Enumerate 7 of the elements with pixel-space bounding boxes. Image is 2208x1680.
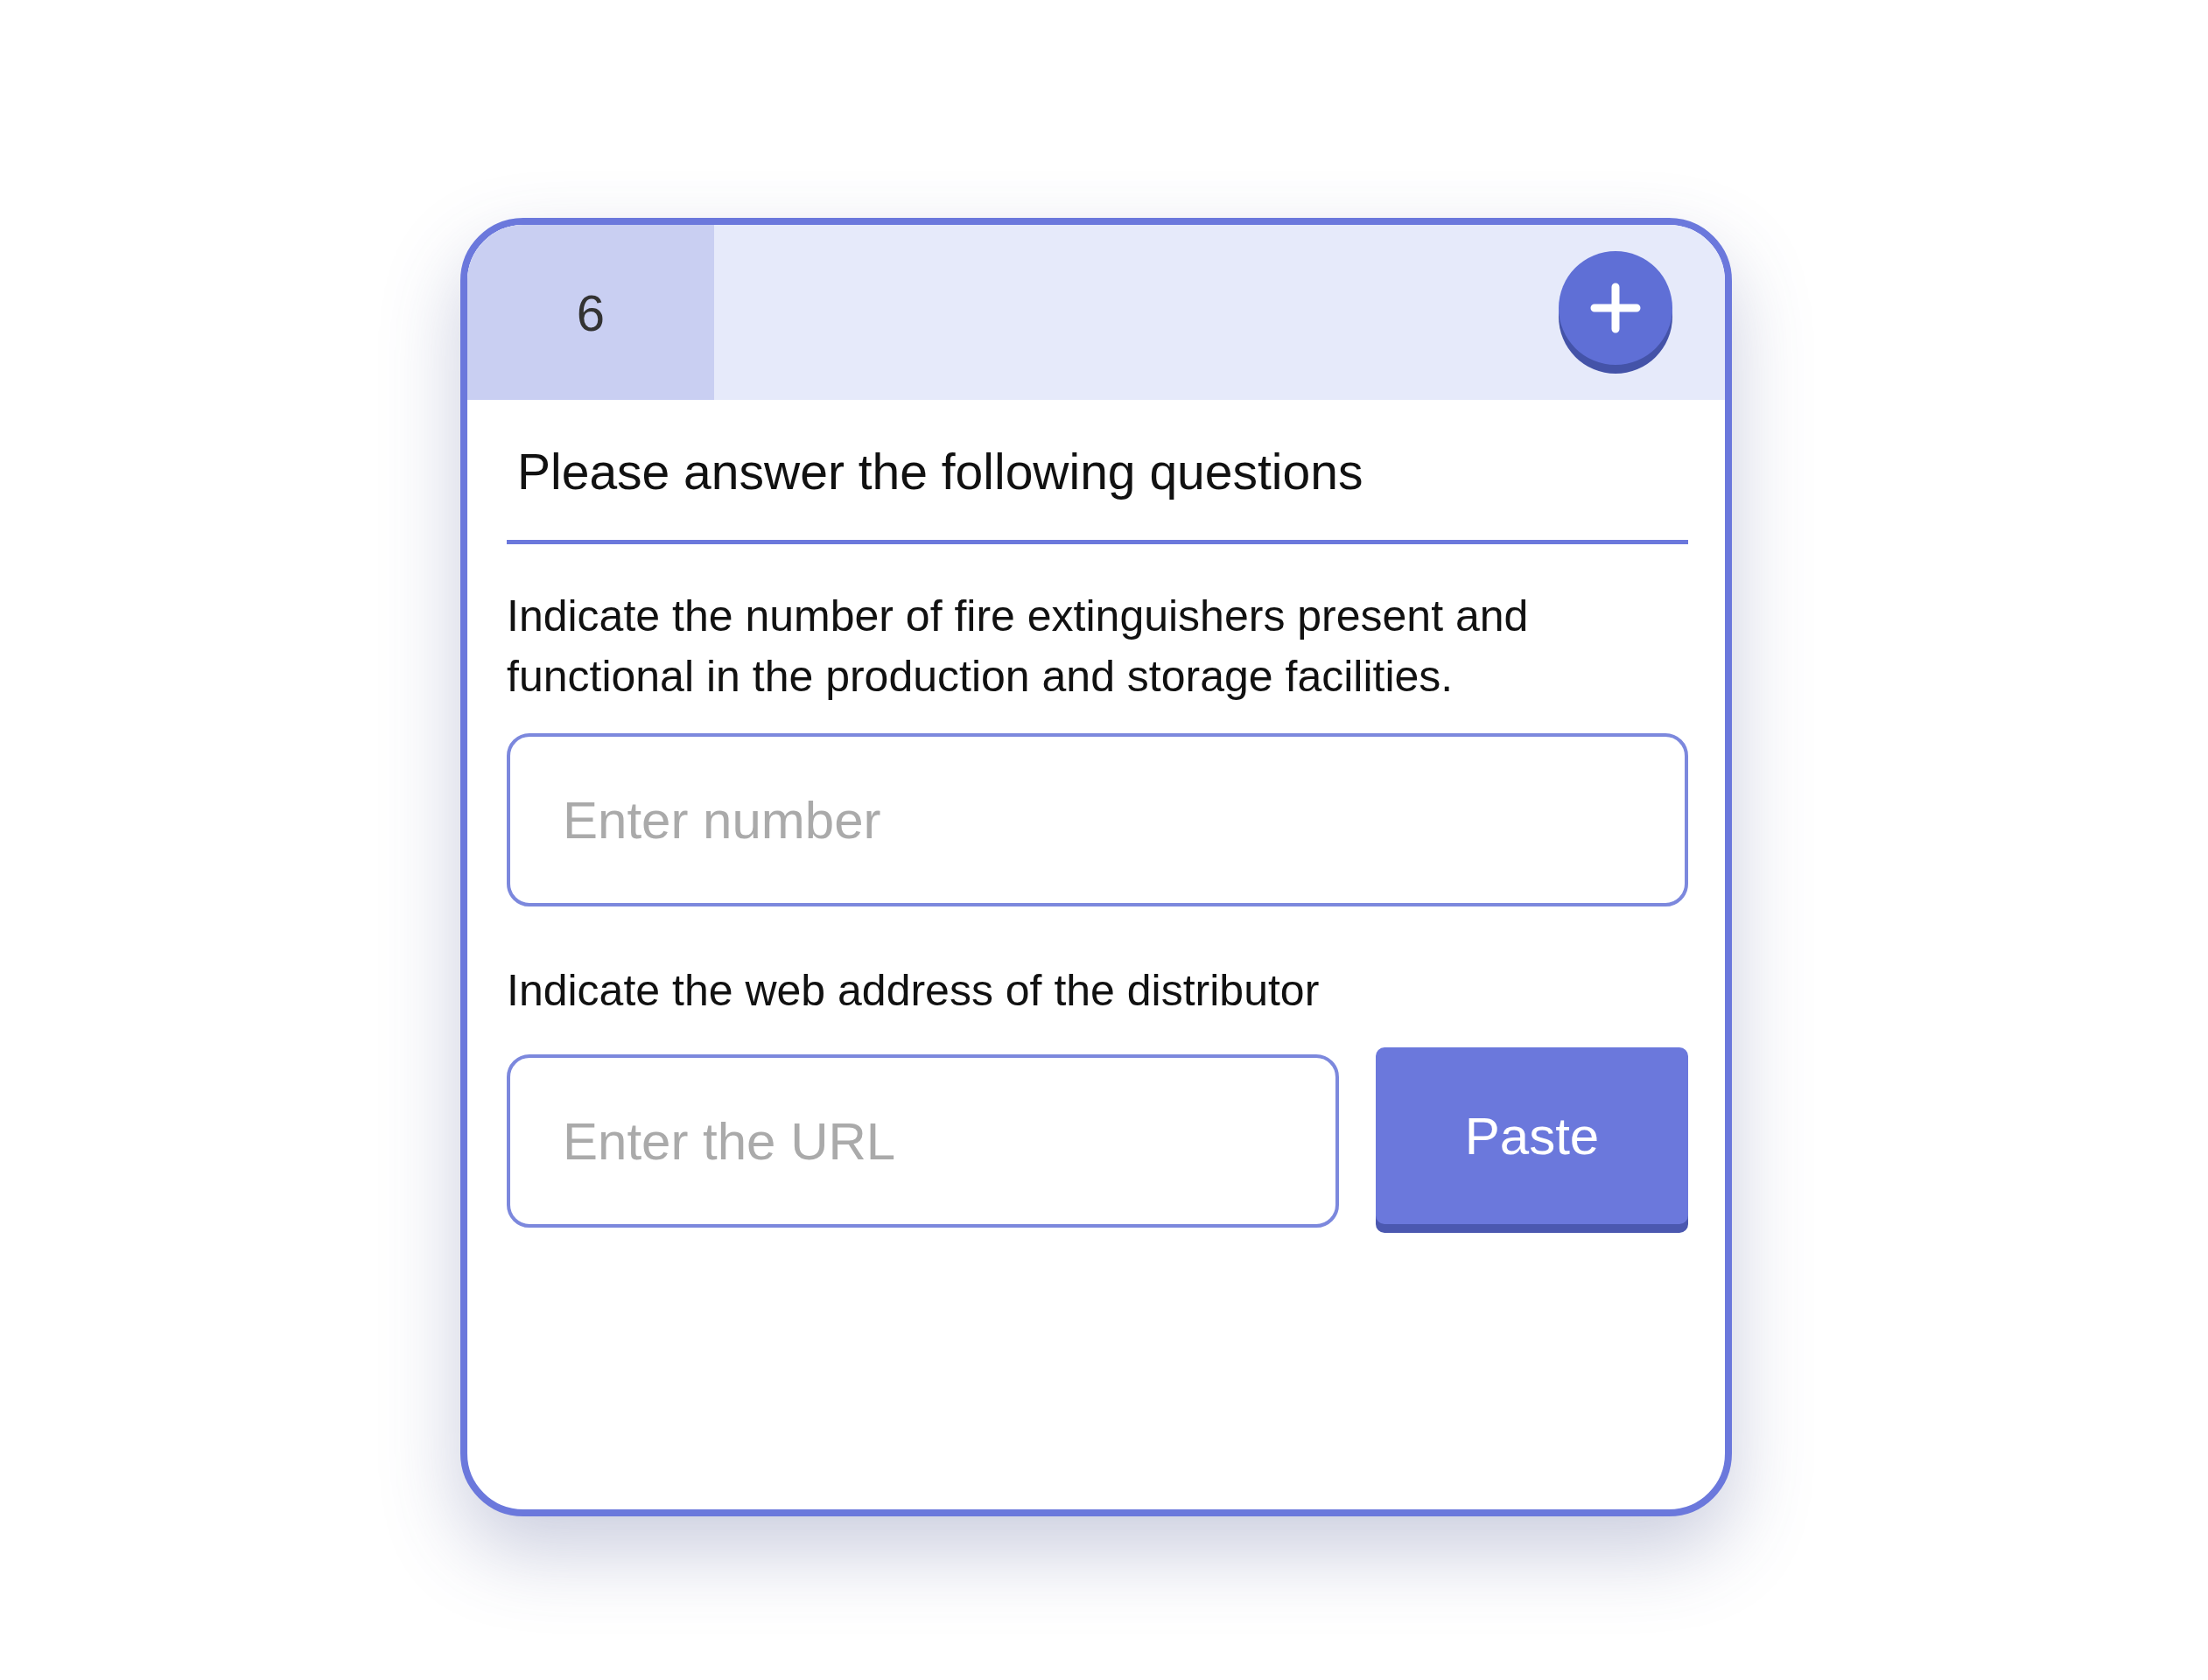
question-text: Indicate the number of fire extinguishers present and functional in the production and storage facilities. [507, 591, 1530, 704]
step-number: 6 [467, 225, 714, 400]
url-field[interactable]: Enter the URL [507, 1054, 1339, 1228]
number-field[interactable]: Enter number [507, 733, 1688, 907]
section-title: Please answer the following questions [517, 443, 1364, 501]
question-text: Indicate the web address of the distributor [507, 965, 1321, 1018]
plus-icon [1589, 282, 1642, 334]
